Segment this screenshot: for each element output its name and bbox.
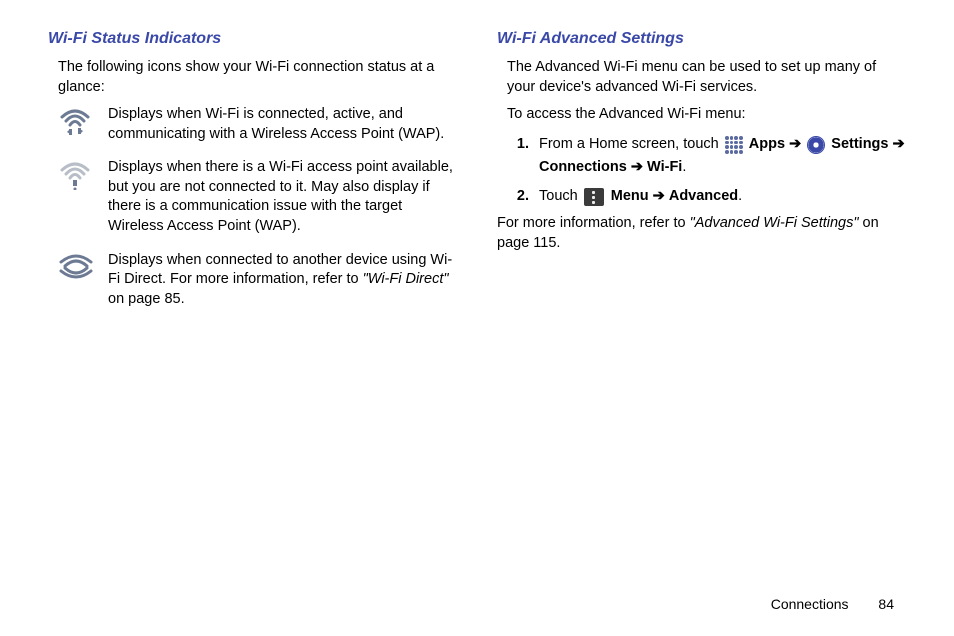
desc-post: on page 85. xyxy=(108,291,185,307)
step-body: From a Home screen, touch Apps ➔ Setting… xyxy=(539,133,906,179)
wifi-available-icon xyxy=(58,158,94,190)
apps-label: Apps xyxy=(749,136,785,152)
step-pre: Touch xyxy=(539,188,578,204)
menu-label: Menu xyxy=(611,188,649,204)
step-pre: From a Home screen, touch xyxy=(539,136,719,152)
wifi-label: Wi-Fi xyxy=(647,159,682,175)
page-footer: Connections 84 xyxy=(771,596,894,612)
wifi-advanced-intro1: The Advanced Wi-Fi menu can be used to s… xyxy=(497,58,906,97)
desc-ref: "Wi-Fi Direct" xyxy=(363,271,449,287)
menu-dots-icon xyxy=(584,188,604,206)
steps-list: 1. From a Home screen, touch Apps ➔ Sett… xyxy=(497,133,906,209)
wifi-available-desc: Displays when there is a Wi-Fi access po… xyxy=(108,158,457,236)
wifi-status-title: Wi-Fi Status Indicators xyxy=(48,30,457,48)
more-pre: For more information, refer to xyxy=(497,215,690,231)
step-2: 2. Touch Menu ➔ Advanced. xyxy=(507,185,906,208)
step-body: Touch Menu ➔ Advanced. xyxy=(539,185,906,208)
step-num: 2. xyxy=(507,185,529,208)
arrow-icon: ➔ xyxy=(893,136,905,152)
wifi-direct-desc: Displays when connected to another devic… xyxy=(108,251,457,310)
footer-section: Connections xyxy=(771,596,849,612)
dot: . xyxy=(738,188,742,204)
wifi-active-icon xyxy=(58,105,94,137)
settings-label: Settings xyxy=(831,136,888,152)
wifi-status-intro: The following icons show your Wi-Fi conn… xyxy=(48,58,457,97)
more-ref: "Advanced Wi-Fi Settings" xyxy=(690,215,859,231)
settings-gear-icon xyxy=(807,136,825,154)
footer-page: 84 xyxy=(878,596,894,612)
wifi-direct-icon xyxy=(58,251,94,283)
arrow-icon: ➔ xyxy=(789,136,801,152)
more-info: For more information, refer to "Advanced… xyxy=(497,214,906,253)
arrow-icon: ➔ xyxy=(653,188,665,204)
step-1: 1. From a Home screen, touch Apps ➔ Sett… xyxy=(507,133,906,179)
left-column: Wi-Fi Status Indicators The following ic… xyxy=(48,30,457,323)
wifi-active-desc: Displays when Wi-Fi is connected, active… xyxy=(108,105,457,144)
wifi-advanced-intro2: To access the Advanced Wi-Fi menu: xyxy=(497,105,906,125)
status-row-connected: Displays when Wi-Fi is connected, active… xyxy=(48,105,457,144)
apps-grid-icon xyxy=(725,136,743,154)
advanced-label: Advanced xyxy=(669,188,738,204)
right-column: Wi-Fi Advanced Settings The Advanced Wi-… xyxy=(497,30,906,323)
dot: . xyxy=(682,159,686,175)
step-num: 1. xyxy=(507,133,529,179)
wifi-advanced-title: Wi-Fi Advanced Settings xyxy=(497,30,906,48)
status-row-available: Displays when there is a Wi-Fi access po… xyxy=(48,158,457,236)
status-row-direct: Displays when connected to another devic… xyxy=(48,251,457,310)
connections-label: Connections xyxy=(539,159,627,175)
arrow-icon: ➔ xyxy=(631,159,643,175)
